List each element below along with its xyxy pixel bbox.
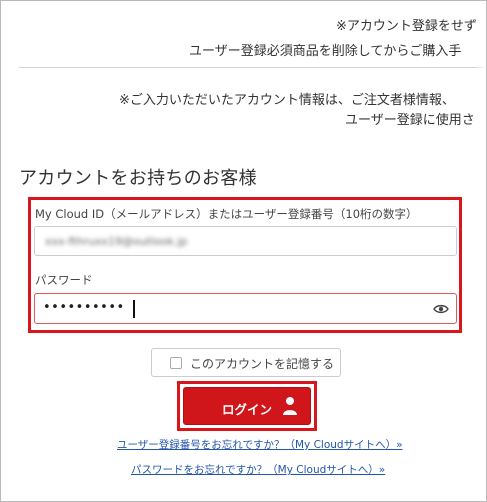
forgot-password-link[interactable]: パスワードをお忘れですか？（My Cloudサイトへ）» (131, 462, 385, 477)
notice-line-2: ユーザー登録必須商品を削除してからご購入手 (189, 44, 462, 59)
remember-account-toggle[interactable]: このアカウントを記憶する (151, 348, 341, 377)
password-input[interactable]: •••••••••• (34, 293, 457, 324)
login-button-label: ログイン (222, 402, 273, 417)
forgot-user-number-link[interactable]: ユーザー登録番号をお忘れですか？（My Cloudサイトへ）» (117, 437, 403, 452)
notice-line-1: ※アカウント登録をせず (336, 19, 477, 34)
text-caret (133, 300, 135, 318)
notice-line-3: ※ご入力いただいたアカウント情報は、ご注文者様情報、 (119, 93, 455, 108)
remember-label: このアカウントを記憶する (190, 357, 335, 371)
divider (19, 67, 486, 68)
id-input-value: xxx-fthruxx19@outlook.jp (45, 235, 188, 248)
notice-line-4: ユーザー登録に使用さ (345, 113, 475, 128)
user-icon (283, 397, 297, 415)
eye-icon[interactable] (433, 302, 449, 316)
password-input-value: •••••••••• (43, 300, 125, 315)
remember-checkbox[interactable] (170, 357, 182, 369)
id-input[interactable]: xxx-fthruxx19@outlook.jp (34, 226, 457, 256)
login-button[interactable]: ログイン (183, 387, 311, 425)
section-title: アカウントをお持ちのお客様 (19, 168, 257, 189)
page-frame: ※アカウント登録をせず ユーザー登録必須商品を削除してからご購入手 ※ご入力いた… (0, 0, 487, 502)
id-field-label: My Cloud ID（メールアドレス）またはユーザー登録番号（10桁の数字） (35, 207, 418, 221)
overflow-fade (474, 1, 486, 141)
password-field-label: パスワード (35, 273, 93, 287)
